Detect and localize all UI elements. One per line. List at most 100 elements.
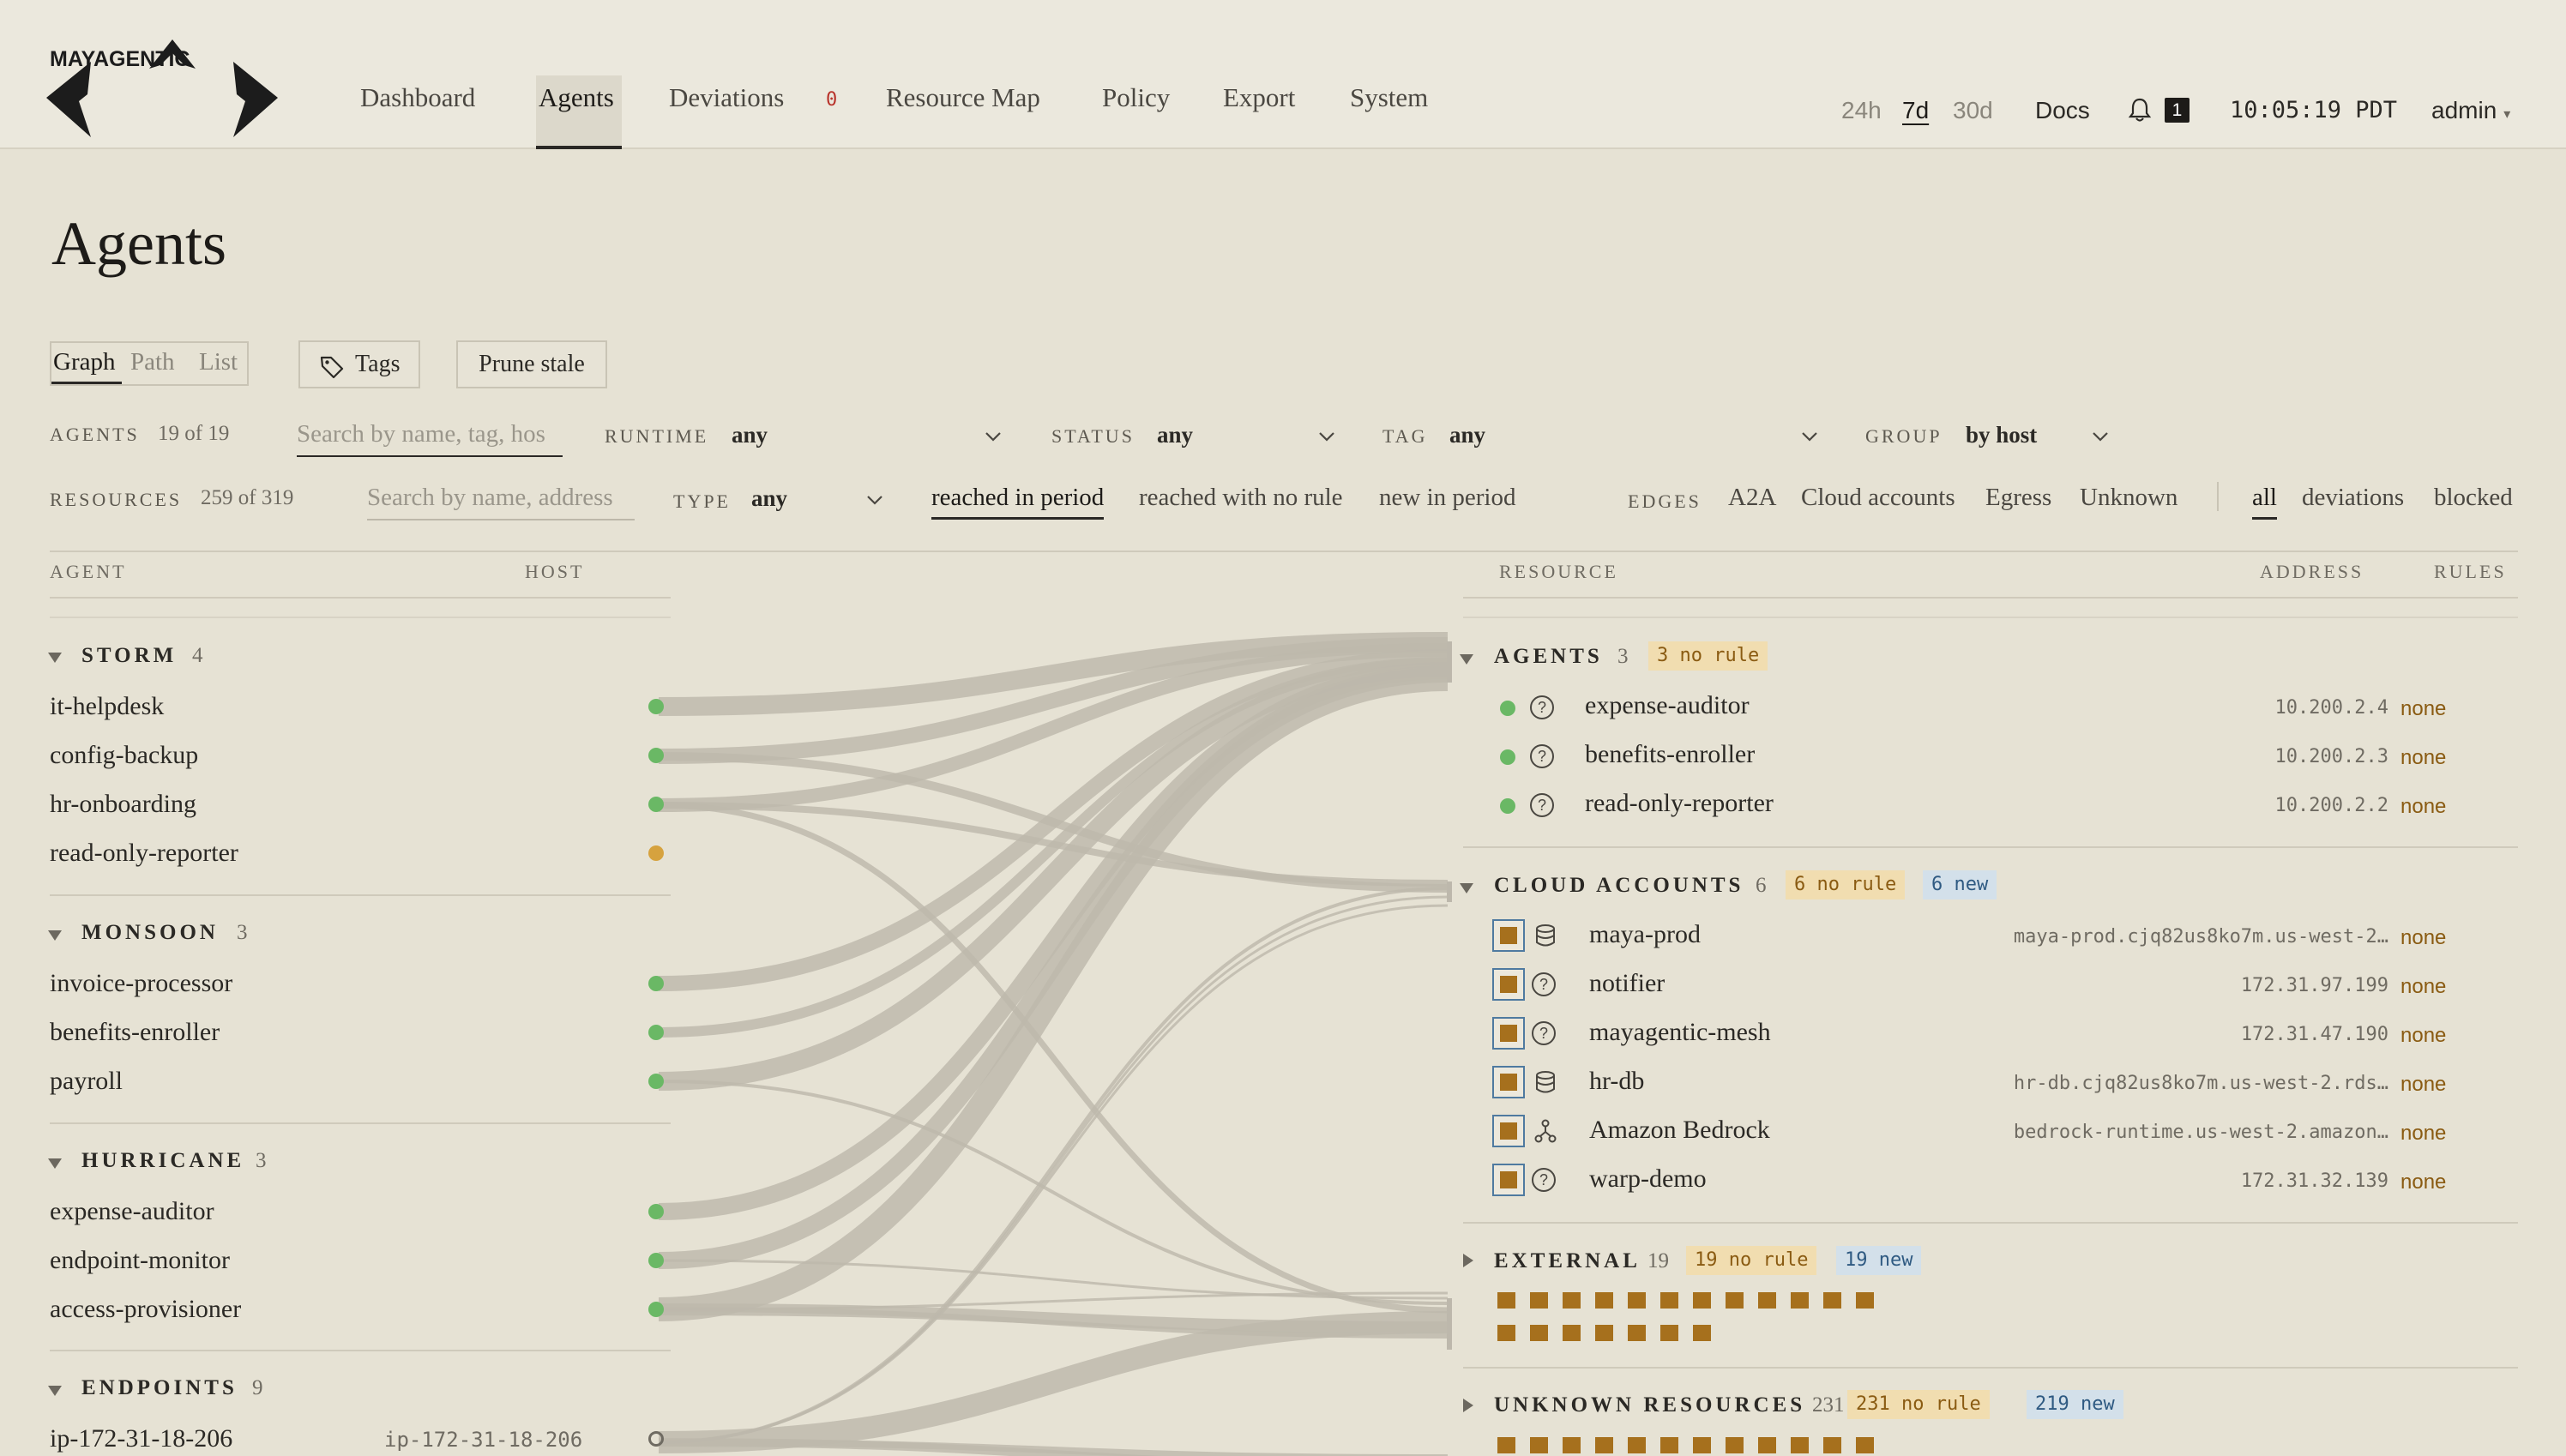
resource-checkbox[interactable]	[1492, 1115, 1525, 1147]
address-cell: 172.31.32.139	[2240, 1170, 2388, 1192]
resource-tile[interactable]	[1823, 1437, 1841, 1453]
resource-checkbox[interactable]	[1492, 1017, 1525, 1050]
resource-tile[interactable]	[1595, 1325, 1613, 1341]
resource-row[interactable]: mayagentic-mesh	[1589, 1018, 1771, 1047]
resource-row[interactable]: benefits-enroller	[1585, 740, 1755, 769]
rule-cell[interactable]: none	[2400, 926, 2446, 950]
resource-tile[interactable]	[1693, 1437, 1711, 1453]
flow-graph	[658, 632, 1452, 1456]
resource-tile[interactable]	[1497, 1325, 1515, 1341]
resource-tile[interactable]	[1693, 1292, 1711, 1309]
resource-tile[interactable]	[1693, 1325, 1711, 1341]
group-count: 3	[1617, 645, 1629, 668]
resource-tile[interactable]	[1856, 1437, 1874, 1453]
resource-tile[interactable]	[1530, 1292, 1548, 1309]
resource-tile[interactable]	[1758, 1292, 1776, 1309]
rule-cell[interactable]: none	[2400, 1024, 2446, 1048]
divider	[50, 1122, 671, 1124]
collapse-toggle-icon[interactable]	[48, 653, 62, 663]
no-rule-badge: 19 no rule	[1686, 1246, 1817, 1275]
address-cell: hr-db.cjq82us8ko7m.us-west-2.rds…	[2013, 1073, 2388, 1094]
agent-row[interactable]: read-only-reporter	[50, 839, 238, 868]
resource-tile[interactable]	[1595, 1292, 1613, 1309]
resource-tile[interactable]	[1497, 1292, 1515, 1309]
agent-row[interactable]: expense-auditor	[50, 1197, 214, 1226]
resource-row[interactable]: expense-auditor	[1585, 691, 1750, 720]
resource-row[interactable]: read-only-reporter	[1585, 789, 1774, 818]
expand-toggle-icon[interactable]	[1463, 1254, 1473, 1267]
resource-row[interactable]: Amazon Bedrock	[1589, 1116, 1770, 1145]
resource-tile[interactable]	[1660, 1437, 1678, 1453]
group-count: 19	[1647, 1249, 1669, 1272]
rule-cell[interactable]: none	[2400, 697, 2446, 721]
group-header-monsoon: MONSOON	[81, 921, 219, 944]
status-dot	[1500, 798, 1515, 814]
collapse-toggle-icon[interactable]	[1460, 654, 1473, 665]
agent-row[interactable]: it-helpdesk	[50, 692, 164, 721]
resource-checkbox[interactable]	[1492, 1066, 1525, 1098]
resource-tile[interactable]	[1791, 1437, 1809, 1453]
resource-tile[interactable]	[1563, 1437, 1581, 1453]
agent-row[interactable]: payroll	[50, 1067, 123, 1096]
status-dot	[648, 797, 664, 812]
resource-tile[interactable]	[1791, 1292, 1809, 1309]
resource-row[interactable]: hr-db	[1589, 1067, 1644, 1096]
resource-tile[interactable]	[1628, 1325, 1646, 1341]
divider	[50, 894, 671, 896]
collapse-toggle-icon[interactable]	[48, 930, 62, 941]
question-icon: ?	[1530, 744, 1554, 768]
agent-row[interactable]: endpoint-monitor	[50, 1246, 230, 1275]
collapse-toggle-icon[interactable]	[48, 1158, 62, 1169]
agent-row[interactable]: invoice-processor	[50, 969, 232, 998]
rule-cell[interactable]: none	[2400, 975, 2446, 999]
rule-cell[interactable]: none	[2400, 795, 2446, 819]
resource-tile[interactable]	[1823, 1292, 1841, 1309]
agent-row[interactable]: ip-172-31-18-206	[50, 1424, 232, 1453]
rule-cell[interactable]: none	[2400, 1170, 2446, 1194]
resource-tile[interactable]	[1628, 1292, 1646, 1309]
resource-row[interactable]: notifier	[1589, 969, 1665, 998]
resource-tile[interactable]	[1530, 1325, 1548, 1341]
resource-tile[interactable]	[1595, 1437, 1613, 1453]
new-badge: 19 new	[1836, 1246, 1922, 1275]
resource-row[interactable]: warp-demo	[1589, 1164, 1707, 1194]
group-count: 4	[192, 644, 203, 667]
rule-cell[interactable]: none	[2400, 1122, 2446, 1146]
resource-tile[interactable]	[1563, 1292, 1581, 1309]
resource-tile[interactable]	[1660, 1325, 1678, 1341]
resource-tile[interactable]	[1726, 1292, 1744, 1309]
resource-tile[interactable]	[1660, 1292, 1678, 1309]
status-dot	[648, 699, 664, 714]
flow-edge[interactable]	[658, 667, 1449, 1321]
group-count: 3	[237, 921, 248, 944]
no-rule-badge: 3 no rule	[1648, 641, 1768, 671]
rule-cell[interactable]: none	[2400, 1073, 2446, 1097]
divider	[1463, 846, 2518, 848]
resource-tile[interactable]	[1530, 1437, 1548, 1453]
resource-checkbox[interactable]	[1492, 919, 1525, 952]
question-icon: ?	[1532, 1021, 1556, 1045]
collapse-toggle-icon[interactable]	[1460, 883, 1473, 893]
agent-row[interactable]: hr-onboarding	[50, 790, 196, 819]
resource-tile[interactable]	[1726, 1437, 1744, 1453]
address-cell: 172.31.97.199	[2240, 975, 2388, 996]
status-dot	[648, 1025, 664, 1040]
resource-checkbox[interactable]	[1492, 968, 1525, 1001]
resource-row[interactable]: maya-prod	[1589, 920, 1701, 949]
resource-tile[interactable]	[1497, 1437, 1515, 1453]
agent-row[interactable]: access-provisioner	[50, 1295, 241, 1324]
resource-checkbox[interactable]	[1492, 1164, 1525, 1196]
status-dot	[648, 976, 664, 991]
address-cell: 10.200.2.2	[2274, 795, 2388, 816]
group-header-hurricane: HURRICANE	[81, 1149, 245, 1172]
agent-row[interactable]: config-backup	[50, 741, 198, 770]
expand-toggle-icon[interactable]	[1463, 1399, 1473, 1412]
rule-cell[interactable]: none	[2400, 746, 2446, 770]
resource-tile[interactable]	[1758, 1437, 1776, 1453]
collapse-toggle-icon[interactable]	[48, 1386, 62, 1396]
address-cell: 10.200.2.3	[2274, 746, 2388, 767]
resource-tile[interactable]	[1628, 1437, 1646, 1453]
resource-tile[interactable]	[1856, 1292, 1874, 1309]
agent-row[interactable]: benefits-enroller	[50, 1018, 220, 1047]
resource-tile[interactable]	[1563, 1325, 1581, 1341]
